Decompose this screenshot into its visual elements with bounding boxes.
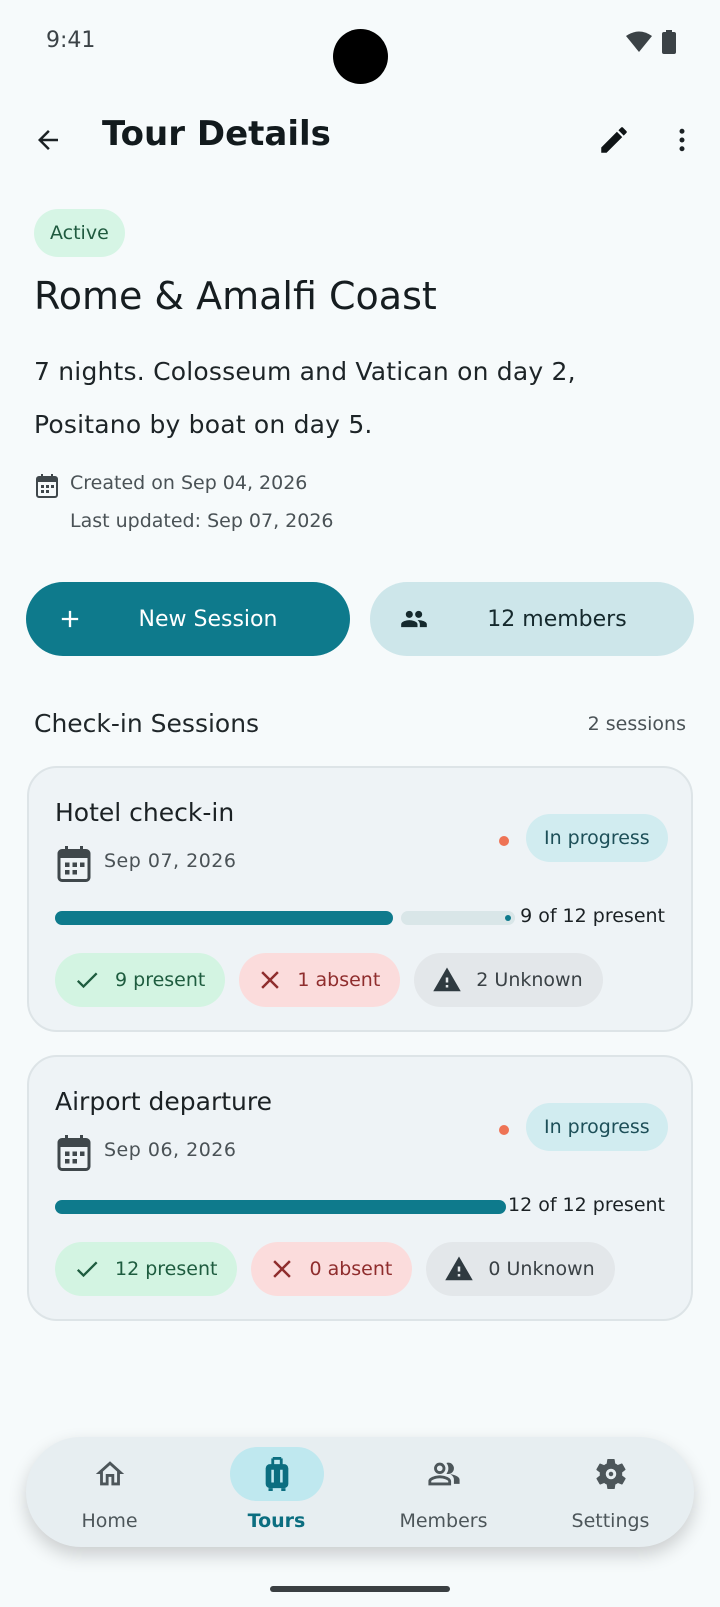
new-session-button[interactable]: New Session	[26, 582, 350, 656]
present-chip[interactable]: 9 present	[55, 953, 226, 1007]
sessions-count: 2 sessions	[587, 713, 686, 735]
calendar-icon	[36, 474, 58, 498]
unknown-count: 2 Unknown	[476, 969, 583, 991]
page-title: Tour Details	[102, 114, 331, 154]
home-indicator	[270, 1586, 450, 1592]
updated-date: Last updated: Sep 07, 2026	[70, 510, 334, 532]
unknown-chip[interactable]: 0 Unknown	[426, 1242, 615, 1296]
created-date: Created on Sep 04, 2026	[70, 472, 308, 494]
calendar-icon	[57, 1135, 91, 1171]
edit-button[interactable]	[592, 118, 636, 162]
check-icon	[76, 972, 98, 989]
members-label: 12 members	[487, 606, 627, 632]
nav-label-settings: Settings	[571, 1510, 650, 1532]
present-ratio: 9 of 12 present	[520, 905, 665, 927]
back-button[interactable]	[26, 118, 70, 162]
battery-icon	[662, 30, 676, 54]
members-button[interactable]: 12 members	[370, 582, 694, 656]
session-card[interactable]: Hotel check-in Sep 07, 2026 In progress …	[27, 766, 693, 1032]
progress-bar-fill	[55, 911, 393, 925]
home-icon	[95, 1461, 124, 1486]
warning-icon	[433, 967, 462, 992]
session-status-badge: In progress	[526, 1103, 668, 1151]
nav-item-members[interactable]: Members	[360, 1437, 527, 1547]
absent-count: 1 absent	[297, 969, 381, 991]
nav-label-home: Home	[81, 1510, 138, 1532]
nav-label-members: Members	[399, 1510, 488, 1532]
session-status-badge: In progress	[526, 814, 668, 862]
more-vert-icon	[679, 128, 685, 152]
status-dot	[499, 836, 509, 846]
progress-bar-fill	[55, 1200, 506, 1214]
tour-description: 7 nights. Colosseum and Vatican on day 2…	[34, 357, 576, 439]
session-title: Hotel check-in	[55, 798, 235, 827]
luggage-icon	[265, 1457, 288, 1491]
new-session-label: New Session	[138, 606, 278, 632]
gear-icon	[595, 1458, 626, 1490]
progress-end-dot	[505, 915, 511, 921]
absent-count: 0 absent	[309, 1258, 393, 1280]
people-icon	[427, 1462, 460, 1486]
status-icons	[626, 30, 676, 54]
check-icon	[76, 1261, 98, 1278]
attendance-chips: 9 present 1 absent 2 Unknown	[55, 953, 603, 1007]
pencil-icon	[601, 127, 627, 153]
present-count: 12 present	[115, 1258, 218, 1280]
wifi-icon	[626, 31, 652, 52]
close-icon	[261, 971, 280, 989]
sessions-title: Check-in Sessions	[34, 709, 260, 738]
warning-icon	[445, 1256, 474, 1281]
status-time: 9:41	[46, 28, 96, 53]
present-count: 9 present	[115, 969, 206, 991]
tour-status-chip: Active	[34, 209, 125, 257]
attendance-chips: 12 present 0 absent 0 Unknown	[55, 1242, 615, 1296]
camera-cutout	[333, 29, 388, 84]
unknown-count: 0 Unknown	[488, 1258, 595, 1280]
nav-label-tours: Tours	[247, 1510, 306, 1532]
unknown-chip[interactable]: 2 Unknown	[414, 953, 603, 1007]
tour-name: Rome & Amalfi Coast	[34, 274, 437, 318]
bottom-navigation: Home Tours Members Settings	[26, 1437, 694, 1547]
session-date: Sep 07, 2026	[104, 850, 237, 872]
session-date: Sep 06, 2026	[104, 1139, 237, 1161]
close-icon	[273, 1260, 292, 1278]
calendar-icon	[57, 846, 91, 882]
more-options-button[interactable]	[660, 118, 704, 162]
absent-chip[interactable]: 0 absent	[251, 1242, 413, 1296]
present-chip[interactable]: 12 present	[55, 1242, 238, 1296]
status-dot	[499, 1125, 509, 1135]
session-card[interactable]: Airport departure Sep 06, 2026 In progre…	[27, 1055, 693, 1321]
progress-bar-track	[401, 911, 515, 925]
nav-item-tours[interactable]: Tours	[193, 1437, 360, 1547]
session-title: Airport departure	[55, 1087, 272, 1116]
arrow-back-icon	[38, 130, 58, 150]
absent-chip[interactable]: 1 absent	[239, 953, 401, 1007]
nav-item-home[interactable]: Home	[26, 1437, 193, 1547]
present-ratio: 12 of 12 present	[507, 1194, 665, 1216]
nav-item-settings[interactable]: Settings	[527, 1437, 694, 1547]
